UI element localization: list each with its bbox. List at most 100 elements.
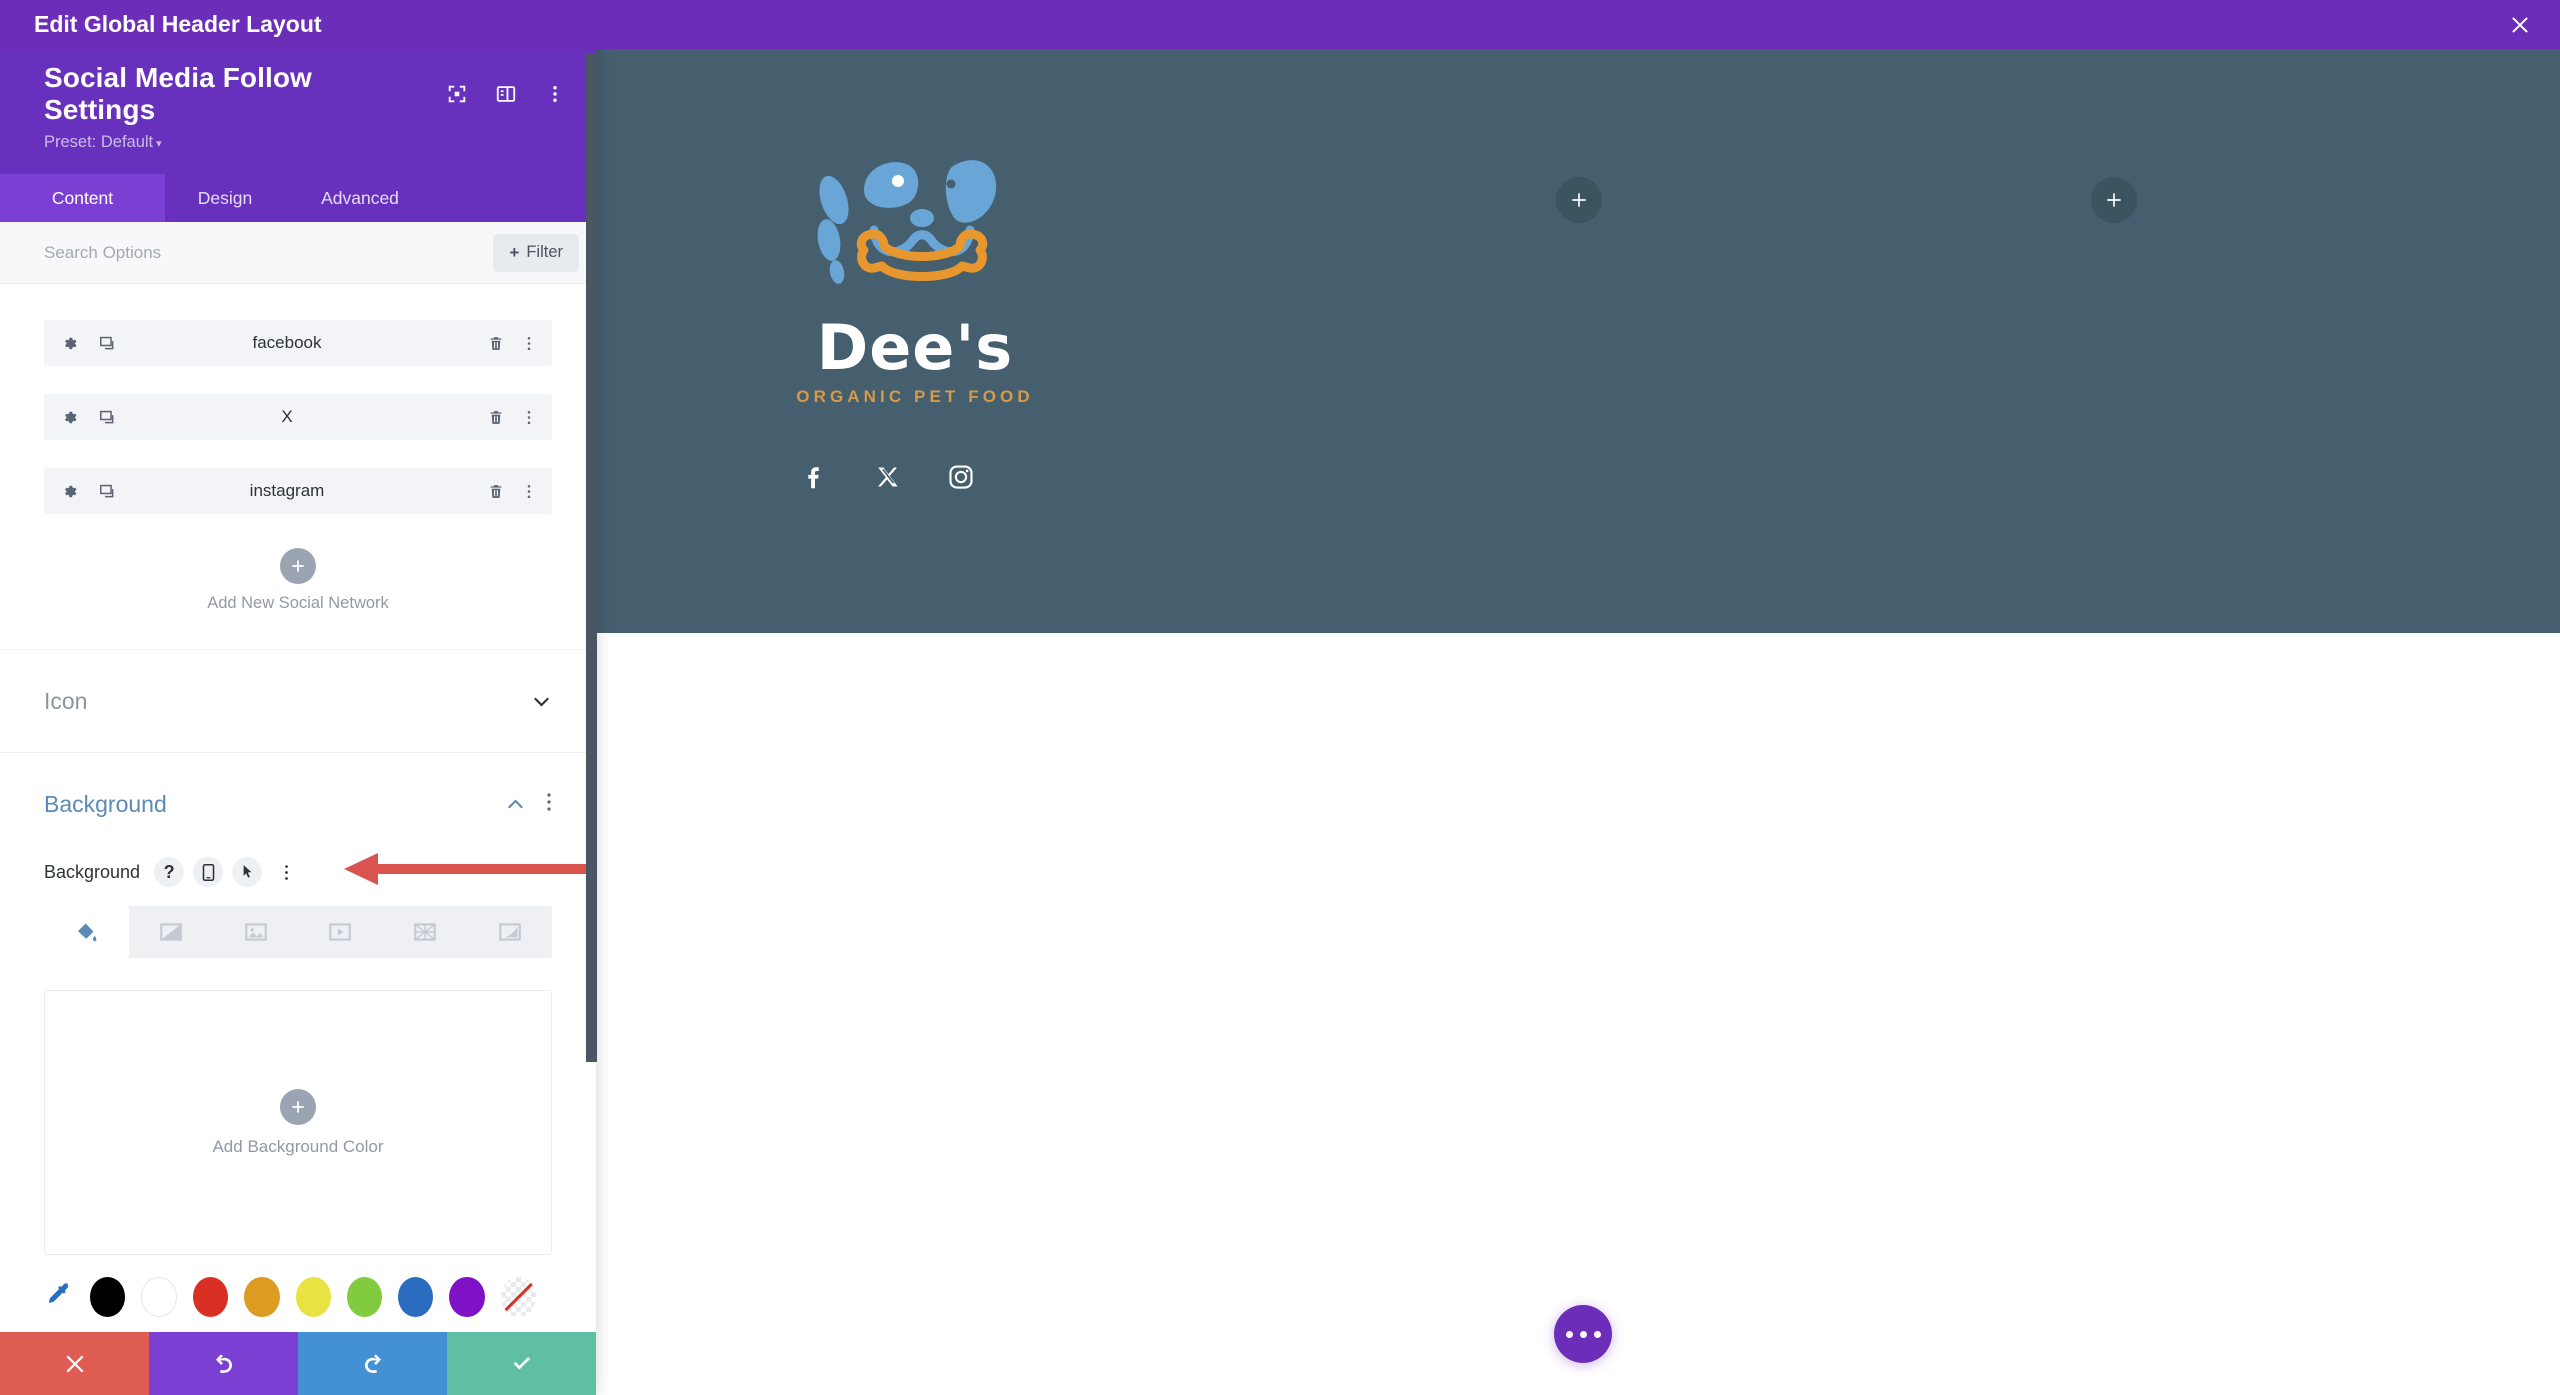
swatch-transparent[interactable] — [500, 1277, 537, 1317]
trash-icon[interactable] — [487, 334, 505, 353]
cancel-button[interactable] — [0, 1332, 149, 1395]
window-title: Edit Global Header Layout — [34, 11, 322, 37]
site-logo: Dee's ORGANIC PET FOOD — [790, 148, 1040, 406]
add-new-social-network: Add New Social Network — [44, 542, 552, 649]
x-twitter-icon[interactable] — [873, 462, 903, 492]
mobile-icon[interactable] — [193, 857, 224, 887]
kebab-menu-icon[interactable] — [520, 334, 538, 353]
swatch-white[interactable] — [141, 1277, 177, 1317]
filter-button[interactable]: + Filter — [493, 233, 579, 272]
module-settings-panel: Social Media Follow Settings Preset: Def… — [0, 0, 596, 1395]
swatch-black[interactable] — [90, 1277, 126, 1317]
tab-design-label: Design — [197, 187, 253, 208]
close-icon[interactable] — [2508, 13, 2532, 37]
video-glyph — [329, 923, 352, 941]
background-field-menu[interactable] — [271, 857, 301, 887]
section-background-title: Background — [44, 790, 167, 817]
tab-design[interactable]: Design — [165, 174, 285, 222]
background-color-icon[interactable] — [44, 906, 129, 958]
social-network-name: X — [281, 407, 293, 426]
focus-module-icon[interactable] — [446, 83, 468, 105]
tab-advanced-label: Advanced — [321, 187, 399, 208]
redo-icon — [364, 1353, 381, 1373]
settings-scroll-area[interactable]: facebook X instagram Add New Social Netw… — [0, 284, 596, 1395]
trash-icon[interactable] — [487, 408, 505, 427]
plus-icon — [292, 1100, 304, 1113]
background-pattern-icon[interactable] — [383, 906, 468, 958]
gear-icon[interactable] — [60, 334, 79, 353]
search-input[interactable] — [44, 242, 494, 263]
page-settings-fab[interactable] — [1554, 1305, 1612, 1363]
chevron-down-icon[interactable] — [531, 691, 552, 712]
add-background-color-label: Add Background Color — [212, 1136, 384, 1156]
background-video-icon[interactable] — [298, 906, 383, 958]
swatch-blue[interactable] — [398, 1277, 434, 1317]
layout-panel-icon[interactable] — [495, 83, 517, 105]
background-mask-icon[interactable] — [467, 906, 552, 958]
preset-selector[interactable]: Preset: Default ▾ — [0, 126, 596, 174]
hover-pointer-icon[interactable] — [232, 857, 263, 887]
settings-action-bar — [0, 1332, 596, 1395]
add-new-social-network-label: Add New Social Network — [207, 594, 389, 612]
swatch-orange[interactable] — [244, 1277, 280, 1317]
logo-wordmark: Dee's — [816, 311, 1014, 384]
eyedropper-icon[interactable] — [44, 1280, 74, 1314]
add-module-plus-left[interactable] — [1556, 177, 1602, 223]
filter-button-label: Filter — [526, 243, 563, 261]
swatch-green[interactable] — [346, 1277, 383, 1317]
settings-panel-scrollbar[interactable] — [586, 53, 597, 1062]
pattern-glyph — [414, 923, 436, 941]
background-field-group: Background ? Add Background Color — [0, 857, 596, 1255]
table-row[interactable]: facebook — [44, 320, 552, 366]
kebab-menu-icon[interactable] — [520, 482, 538, 501]
plus-icon: + — [509, 242, 520, 262]
gear-icon[interactable] — [60, 408, 79, 427]
table-row[interactable]: instagram — [44, 468, 552, 514]
help-icon[interactable]: ? — [154, 857, 185, 887]
tab-advanced[interactable]: Advanced — [285, 174, 435, 222]
color-swatch-palette — [0, 1277, 596, 1317]
background-type-switcher — [44, 906, 552, 958]
logo-tagline: ORGANIC PET FOOD — [796, 387, 1034, 406]
kebab-menu-icon — [547, 792, 551, 811]
add-new-social-network-button[interactable] — [280, 548, 316, 584]
undo-icon — [215, 1353, 232, 1373]
swatch-yellow[interactable] — [295, 1277, 331, 1317]
section-background-menu[interactable] — [546, 792, 552, 817]
add-module-plus-right[interactable] — [2091, 177, 2137, 223]
trash-icon[interactable] — [487, 482, 505, 501]
social-network-name: facebook — [252, 333, 322, 352]
instagram-icon[interactable] — [946, 462, 976, 492]
facebook-icon[interactable] — [800, 462, 830, 492]
search-options-bar: + Filter — [0, 222, 596, 284]
kebab-menu-icon[interactable] — [544, 83, 566, 105]
caret-down-icon: ▾ — [156, 138, 162, 150]
kebab-menu-icon[interactable] — [520, 408, 538, 427]
plus-icon — [292, 560, 304, 572]
mobile-glyph — [202, 863, 214, 881]
checkmark-icon — [513, 1356, 530, 1370]
section-icon[interactable]: Icon — [0, 649, 596, 752]
section-icon-title: Icon — [44, 687, 88, 714]
add-background-color-button[interactable] — [280, 1088, 316, 1125]
x-icon — [66, 1355, 83, 1372]
chevron-up-icon[interactable] — [505, 794, 526, 815]
background-image-icon[interactable] — [213, 906, 298, 958]
mask-glyph — [498, 923, 521, 941]
undo-button[interactable] — [149, 1332, 298, 1395]
tab-content[interactable]: Content — [0, 174, 165, 222]
swatch-red[interactable] — [192, 1277, 229, 1317]
background-gradient-icon[interactable] — [129, 906, 214, 958]
no-color-slash — [504, 1282, 533, 1312]
table-row[interactable]: X — [44, 394, 552, 440]
gear-icon[interactable] — [60, 482, 79, 501]
save-button[interactable] — [447, 1332, 596, 1395]
gradient-glyph — [160, 923, 182, 941]
swatch-purple[interactable] — [449, 1277, 485, 1317]
redo-button[interactable] — [298, 1332, 447, 1395]
background-field-label: Background — [44, 861, 141, 882]
settings-tabs: Content Design Advanced — [0, 174, 596, 222]
section-background[interactable]: Background — [0, 752, 596, 855]
plus-icon — [2107, 193, 2121, 207]
ellipsis-icon — [1593, 1330, 1601, 1338]
